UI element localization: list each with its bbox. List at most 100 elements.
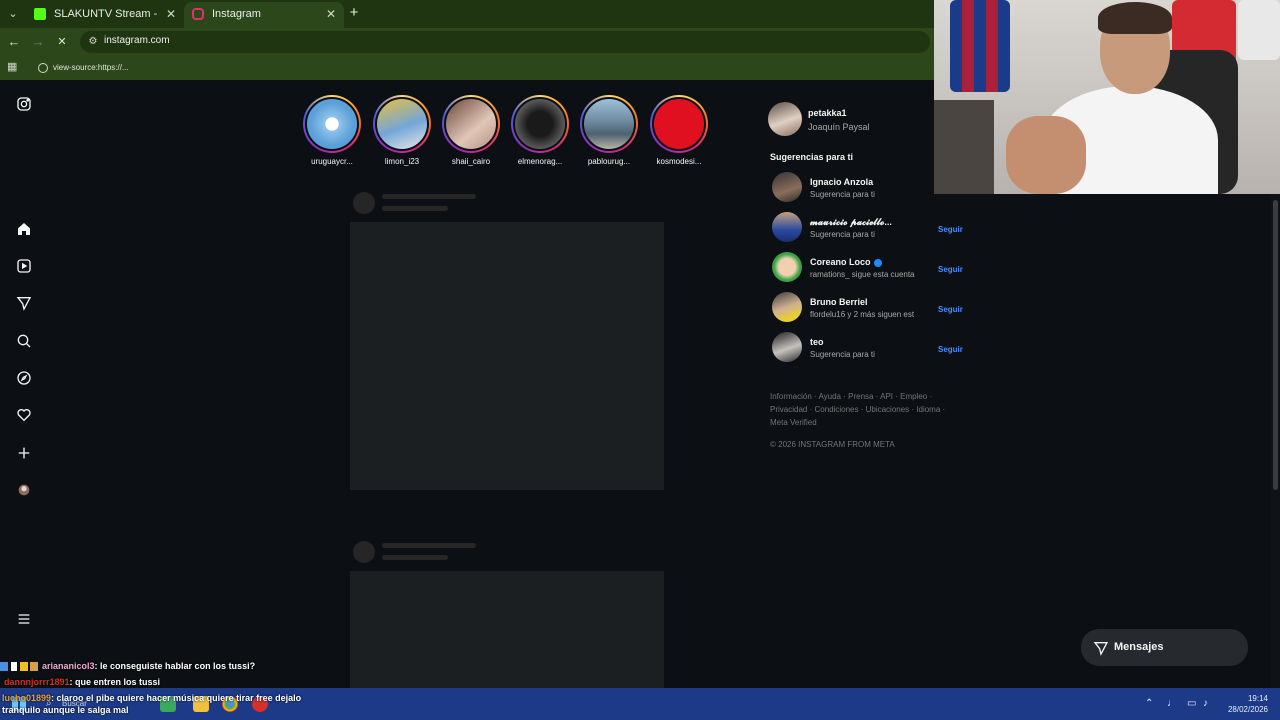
- suggestion-handle[interactable]: Coreano Loco: [810, 257, 882, 267]
- back-arrow-icon[interactable]: ←: [6, 34, 22, 50]
- story-item[interactable]: elmenorag...: [510, 95, 570, 166]
- webcam-person-hair: [1098, 2, 1172, 34]
- current-user-handle[interactable]: petakka1: [808, 108, 847, 118]
- tab-kick-stream[interactable]: SLAKUNTV Stream - Watch Live ✕: [26, 2, 184, 44]
- verified-badge-icon: [873, 258, 882, 267]
- follow-button[interactable]: Seguir: [938, 345, 963, 354]
- chat-message: lucho01899: claroo el pibe quiere hacer …: [2, 692, 301, 716]
- copyright: © 2026 INSTAGRAM FROM META: [770, 440, 895, 449]
- explore-compass-icon[interactable]: [12, 366, 36, 390]
- forward-arrow-icon[interactable]: →: [30, 34, 46, 50]
- webcam-overlay: [934, 0, 1280, 194]
- story-name: uruguaycr...: [311, 157, 353, 166]
- webcam-jersey-left: [950, 0, 1010, 92]
- story-item[interactable]: pablourug...: [579, 95, 639, 166]
- footer-links-line[interactable]: Meta Verified: [770, 416, 950, 429]
- globe-icon: [38, 63, 48, 73]
- suggestion-avatar[interactable]: [772, 212, 802, 242]
- story-avatar: [582, 97, 636, 151]
- post-skeleton-line: [382, 555, 448, 560]
- address-toolbar: ← → ✕ ⚙ instagram.com: [0, 28, 934, 56]
- heart-icon[interactable]: [12, 403, 36, 427]
- site-info-icon[interactable]: ⚙: [86, 35, 100, 49]
- microphone-icon[interactable]: ♩: [1167, 698, 1177, 709]
- webcam-desk-object: [934, 100, 994, 194]
- reels-icon[interactable]: [12, 254, 36, 278]
- more-menu-icon[interactable]: [12, 607, 36, 631]
- post-skeleton-avatar: [353, 541, 375, 563]
- suggestion-avatar[interactable]: [772, 252, 802, 282]
- post-skeleton-line: [382, 543, 476, 548]
- instagram-logo-icon[interactable]: [12, 92, 36, 116]
- apps-grid-icon[interactable]: ▦: [7, 61, 19, 73]
- story-item[interactable]: limon_i23: [372, 95, 432, 166]
- search-icon[interactable]: [12, 329, 36, 353]
- story-avatar: [375, 97, 429, 151]
- chat-username: ariananicol3: [42, 661, 95, 671]
- footer-links: Información · Ayuda · Prensa · API · Emp…: [770, 390, 950, 429]
- tab-instagram[interactable]: Instagram ✕: [184, 2, 344, 28]
- scrollbar-thumb[interactable]: [1273, 200, 1278, 490]
- bookmark-view-source[interactable]: view-source:https://...: [38, 60, 129, 76]
- direct-send-icon[interactable]: [12, 291, 36, 315]
- follow-button[interactable]: Seguir: [938, 225, 963, 234]
- direct-send-icon: [1093, 642, 1109, 656]
- messages-button[interactable]: Mensajes: [1081, 629, 1248, 666]
- close-icon[interactable]: ✕: [166, 2, 176, 26]
- home-icon[interactable]: [12, 217, 36, 241]
- post-skeleton-line: [382, 194, 476, 199]
- url-input[interactable]: ⚙ instagram.com: [80, 31, 930, 53]
- kick-favicon-icon: [34, 8, 46, 20]
- story-item[interactable]: shaii_cairo: [441, 95, 501, 166]
- current-user-avatar[interactable]: [768, 102, 802, 136]
- chat-text: : le conseguiste hablar con los tussi?: [94, 661, 256, 671]
- suggestion-handle-text: Coreano Loco: [810, 257, 871, 267]
- chat-username: lucho01899: [2, 693, 52, 703]
- tab-label: Instagram: [212, 8, 261, 20]
- new-tab-button[interactable]: +: [346, 4, 362, 22]
- taskbar-clock[interactable]: 19:14 28/02/2026: [1222, 693, 1268, 715]
- clock-time: 19:14: [1247, 694, 1268, 703]
- url-text: instagram.com: [104, 35, 170, 46]
- follow-button[interactable]: Seguir: [938, 265, 963, 274]
- tab-search-icon[interactable]: ⌄: [4, 5, 22, 23]
- bookmark-label: view-source:https://...: [53, 63, 129, 72]
- profile-avatar[interactable]: [12, 478, 36, 502]
- footer-links-line[interactable]: Información · Ayuda · Prensa · API · Emp…: [770, 390, 950, 403]
- story-name: limon_i23: [384, 157, 420, 166]
- story-avatar: [444, 97, 498, 151]
- story-item[interactable]: kosmodesi...: [649, 95, 709, 166]
- chat-message: ariananicol3: le conseguiste hablar con …: [0, 661, 256, 672]
- suggestion-handle[interactable]: 𝓶𝓪𝓾𝓻𝓲𝓬𝓲𝓸 𝓹𝓪𝓬𝓲𝓮𝓵𝓵𝓸...: [810, 217, 892, 228]
- story-avatar: [513, 97, 567, 151]
- instagram-favicon-icon: [192, 8, 204, 20]
- suggestion-subtitle: ramations_ sigue esta cuenta: [810, 270, 915, 279]
- suggestion-handle[interactable]: Bruno Berriel: [810, 297, 868, 307]
- suggestion-avatar[interactable]: [772, 172, 802, 202]
- follow-button[interactable]: Seguir: [938, 305, 963, 314]
- suggestion-avatar[interactable]: [772, 332, 802, 362]
- chat-username: dannnjorrr1891: [4, 677, 70, 687]
- post-skeleton-avatar: [353, 192, 375, 214]
- chat-text: : que entren los tussi: [69, 677, 161, 687]
- suggestion-subtitle: Sugerencia para ti: [810, 230, 875, 239]
- story-name: kosmodesi...: [656, 157, 702, 166]
- suggestion-handle[interactable]: Ignacio Anzola: [810, 177, 873, 187]
- story-avatar: [652, 97, 706, 151]
- bookmarks-bar: ▦ view-source:https://...: [0, 56, 934, 80]
- suggestion-handle[interactable]: teo: [810, 337, 824, 347]
- suggestion-subtitle: Sugerencia para ti: [810, 350, 875, 359]
- footer-links-line[interactable]: Privacidad · Condiciones · Ubicaciones ·…: [770, 403, 950, 416]
- story-item[interactable]: uruguaycr...: [302, 95, 362, 166]
- suggestion-avatar[interactable]: [772, 292, 802, 322]
- instagram-sidebar: [0, 80, 48, 688]
- close-icon[interactable]: ✕: [326, 2, 336, 26]
- stop-loading-icon[interactable]: ✕: [54, 34, 70, 50]
- post-skeleton-media: [350, 222, 664, 490]
- suggestions-title: Sugerencias para ti: [770, 152, 854, 162]
- create-plus-icon[interactable]: [12, 441, 36, 465]
- network-icon[interactable]: ▭: [1187, 698, 1196, 709]
- tray-chevron-icon[interactable]: ⌃: [1145, 698, 1153, 709]
- volume-icon[interactable]: ♪: [1203, 698, 1208, 709]
- webcam-person-arm: [1006, 116, 1086, 194]
